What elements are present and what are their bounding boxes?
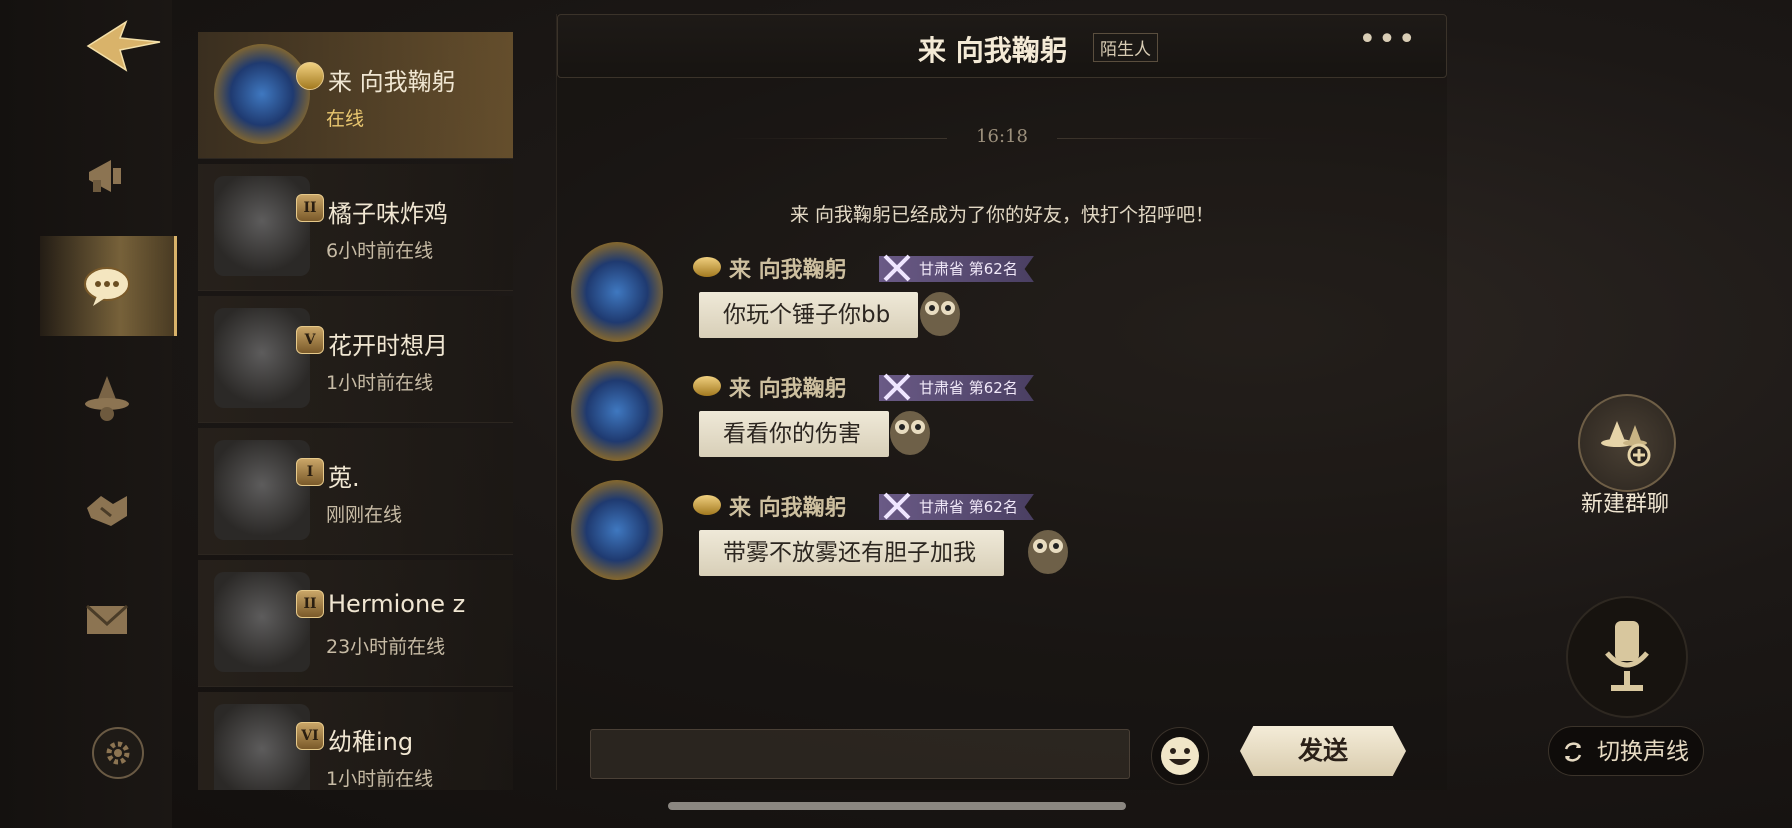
owl-icon xyxy=(890,411,930,455)
chat-header: 来 向我鞠躬 陌生人 ••• xyxy=(557,14,1447,78)
friend-item[interactable]: VI 幼稚ing 1小时前在线 xyxy=(198,692,513,790)
back-arrow-icon[interactable] xyxy=(86,18,162,74)
microphone-icon xyxy=(1605,621,1649,691)
friend-status: 刚刚在线 xyxy=(326,504,403,526)
rail-item-chat[interactable] xyxy=(40,236,177,336)
tier-badge xyxy=(693,495,721,515)
rail-item-mail[interactable] xyxy=(40,570,174,670)
new-group-label: 新建群聊 xyxy=(1580,492,1669,517)
friend-name: 花开时想月 xyxy=(328,332,448,360)
crossed-swords-icon xyxy=(883,254,911,282)
more-options-button[interactable]: ••• xyxy=(1358,25,1418,65)
crossed-swords-icon xyxy=(883,492,911,520)
rail-item-broadcast[interactable] xyxy=(40,126,174,226)
friend-status: 1小时前在线 xyxy=(326,372,434,394)
friend-status: 1小时前在线 xyxy=(326,768,434,790)
avatar[interactable] xyxy=(571,480,663,580)
send-button[interactable]: 发送 xyxy=(1240,726,1406,776)
tier-badge xyxy=(296,62,324,90)
avatar xyxy=(214,44,310,144)
tier-badge: II xyxy=(296,590,324,618)
home-indicator[interactable] xyxy=(668,802,1126,810)
witch-hat-icon xyxy=(85,376,129,421)
message-bubble: 带雾不放雾还有胆子加我 xyxy=(699,530,1004,576)
left-nav-rail xyxy=(0,0,177,828)
sender-name: 来 向我鞠躬 xyxy=(729,377,847,402)
handshake-icon xyxy=(87,496,127,526)
avatar xyxy=(214,308,310,408)
smiley-icon xyxy=(1161,737,1199,775)
megaphone-icon xyxy=(89,160,121,192)
avatar xyxy=(214,440,310,540)
emoji-button[interactable] xyxy=(1151,727,1209,785)
tier-badge: VI xyxy=(296,722,324,750)
friend-status: 6小时前在线 xyxy=(326,240,434,262)
sender-name: 来 向我鞠躬 xyxy=(729,496,847,521)
owl-icon xyxy=(1028,530,1068,574)
gear-icon xyxy=(106,741,130,765)
rail-item-team[interactable] xyxy=(40,348,174,448)
friend-status: 在线 xyxy=(326,108,365,130)
friend-item[interactable]: V 花开时想月 1小时前在线 xyxy=(198,296,513,423)
friend-name: 幼稚ing xyxy=(328,728,414,756)
avatar xyxy=(214,176,310,276)
tier-badge: I xyxy=(296,458,324,486)
message-timestamp: 16:18 xyxy=(976,126,1028,147)
tier-badge xyxy=(693,257,721,277)
tier-badge xyxy=(693,376,721,396)
voice-record-button[interactable] xyxy=(1566,596,1688,718)
chat-panel: 来 向我鞠躬 陌生人 ••• 16:18 来 向我鞠躬已经成为了你的好友，快打个… xyxy=(556,14,1447,790)
system-note: 来 向我鞠躬已经成为了你的好友，快打个招呼吧！ xyxy=(789,204,1215,226)
avatar[interactable] xyxy=(571,361,663,461)
add-group-icon xyxy=(1601,421,1651,467)
friend-name: 来 向我鞠躬 xyxy=(328,68,456,96)
mail-icon xyxy=(85,604,129,634)
message-bubble: 看看你的伤害 xyxy=(699,411,889,457)
avatar xyxy=(214,572,310,672)
tier-badge: II xyxy=(296,194,324,222)
avatar xyxy=(214,704,310,790)
avatar[interactable] xyxy=(571,242,663,342)
message-bubble: 你玩个锤子你bb xyxy=(699,292,919,338)
rail-item-friends[interactable] xyxy=(40,458,174,558)
friend-item[interactable]: I 莵. 刚刚在线 xyxy=(198,428,513,555)
friend-list: 来 向我鞠躬 在线 II 橘子味炸鸡 6小时前在线 V 花开时想月 1小时前在线… xyxy=(198,32,513,790)
stranger-tag: 陌生人 xyxy=(1093,33,1158,62)
friend-name: Hermione z xyxy=(328,590,466,618)
chat-message: 来 向我鞠躬 甘肃省 第62名 你玩个锤子你bb xyxy=(571,242,1431,352)
friend-name: 橘子味炸鸡 xyxy=(328,200,448,228)
chat-message: 来 向我鞠躬 甘肃省 第62名 看看你的伤害 xyxy=(571,361,1431,471)
friend-name: 莵. xyxy=(328,464,360,492)
friend-item[interactable]: 来 向我鞠躬 在线 xyxy=(198,32,513,159)
swap-icon xyxy=(1564,742,1582,762)
friend-item[interactable]: II Hermione z 23小时前在线 xyxy=(198,560,513,687)
chat-message: 来 向我鞠躬 甘肃省 第62名 带雾不放雾还有胆子加我 xyxy=(571,480,1431,590)
sender-name: 来 向我鞠躬 xyxy=(729,258,847,283)
message-input[interactable] xyxy=(590,729,1130,779)
chat-title: 来 向我鞠躬 xyxy=(918,34,1068,67)
settings-button[interactable] xyxy=(92,727,144,779)
friend-item[interactable]: II 橘子味炸鸡 6小时前在线 xyxy=(198,164,513,291)
friend-status: 23小时前在线 xyxy=(326,636,446,658)
new-group-button[interactable] xyxy=(1578,394,1676,492)
tier-badge: V xyxy=(296,326,324,354)
chat-bubble-icon xyxy=(84,267,130,306)
owl-icon xyxy=(920,292,960,336)
